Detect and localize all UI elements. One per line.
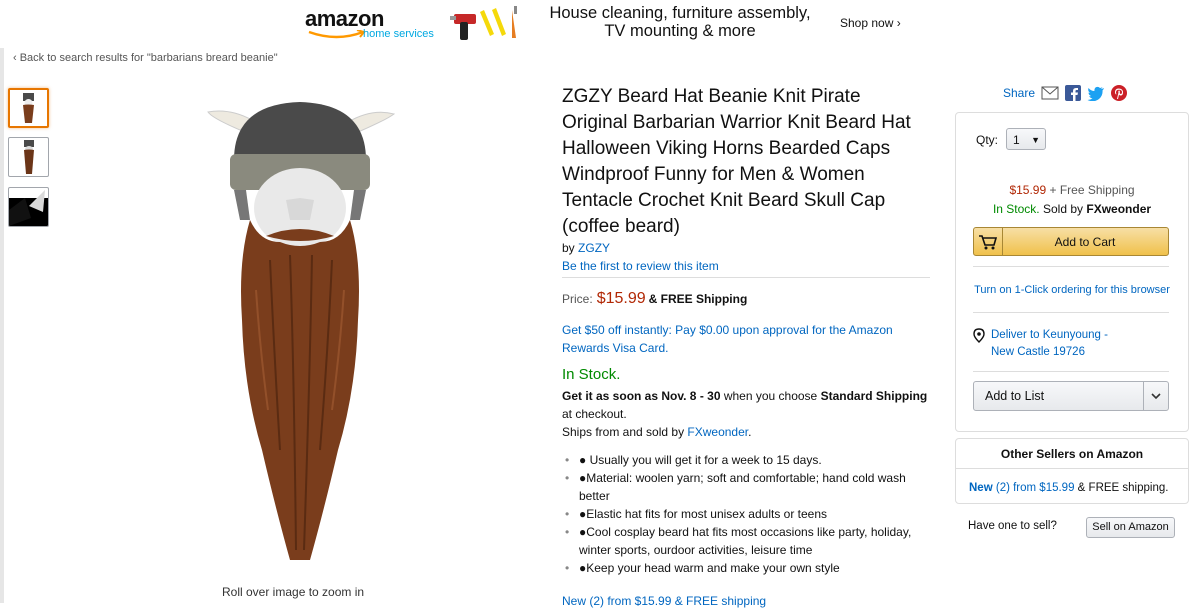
deliver-to-link[interactable]: Deliver to Keunyoung - New Castle 19726 bbox=[973, 327, 1108, 361]
divider bbox=[956, 468, 1188, 469]
write-review-link[interactable]: Be the first to review this item bbox=[562, 259, 719, 273]
feature-bullet: ●Keep your head warm and make your own s… bbox=[562, 559, 937, 577]
delivery-option: Standard Shipping bbox=[820, 389, 928, 403]
new-offers-label[interactable]: New bbox=[969, 482, 993, 494]
product-title: ZGZY Beard Hat Beanie Knit Pirate Origin… bbox=[562, 86, 911, 237]
other-sellers-box: Other Sellers on Amazon New (2) from $15… bbox=[955, 438, 1189, 504]
feature-bullet: ●Elastic hat fits for most unisex adults… bbox=[562, 505, 937, 523]
sell-on-amazon-button[interactable]: Sell on Amazon bbox=[1086, 517, 1175, 538]
availability: In Stock. bbox=[562, 366, 621, 383]
offer-shipping: & FREE shipping. bbox=[1074, 482, 1169, 494]
divider bbox=[973, 266, 1169, 267]
cart-icon bbox=[974, 228, 1003, 255]
by-label: by bbox=[562, 241, 575, 255]
delivery-date: Get it as soon as Nov. 8 - 30 bbox=[562, 389, 721, 403]
other-offers-link[interactable]: (2) from $15.99 bbox=[996, 482, 1075, 494]
thumbnail-2[interactable] bbox=[8, 137, 49, 177]
ships-from: Ships from and sold by bbox=[562, 425, 688, 439]
buybox-price-value: $15.99 bbox=[1009, 183, 1047, 197]
price-row: Price: $15.99 & FREE Shipping bbox=[562, 290, 747, 308]
price: $15.99 bbox=[596, 290, 646, 307]
qty-select[interactable]: 1 ▼ bbox=[1006, 128, 1046, 150]
feature-bullet: ● Usually you will get it for a week to … bbox=[562, 451, 937, 469]
buy-box: Qty: 1 ▼ $15.99 + Free Shipping In Stock… bbox=[955, 112, 1189, 432]
delivery-middle: when you choose bbox=[720, 389, 821, 403]
twitter-icon[interactable] bbox=[1087, 86, 1105, 101]
divider bbox=[562, 277, 930, 278]
banner-headline: House cleaning, furniture assembly, TV m… bbox=[530, 4, 830, 40]
add-to-cart-label: Add to Cart bbox=[1054, 235, 1116, 249]
other-sellers-heading: Other Sellers on Amazon bbox=[1000, 447, 1144, 461]
add-to-list-button[interactable]: Add to List bbox=[973, 381, 1169, 411]
free-shipping: & FREE Shipping bbox=[648, 292, 748, 306]
logo-sub: home services bbox=[363, 28, 434, 40]
delivery-info: Get it as soon as Nov. 8 - 30 when you c… bbox=[562, 389, 928, 439]
zoom-hint: Roll over image to zoom in bbox=[222, 585, 365, 599]
location-pin-icon bbox=[973, 328, 985, 343]
email-icon[interactable] bbox=[1041, 86, 1059, 100]
back-to-search-link[interactable]: ‹ Back to search results for "barbarians… bbox=[13, 52, 278, 64]
thumbnail-3[interactable] bbox=[8, 187, 49, 227]
new-offers-link[interactable]: New (2) from $15.99 & FREE shipping bbox=[562, 594, 766, 608]
deliver-line1: Deliver to Keunyoung - bbox=[991, 329, 1108, 341]
qty-label: Qty: bbox=[976, 133, 999, 147]
facebook-icon[interactable] bbox=[1065, 85, 1082, 101]
banner-headline-line2: TV mounting & more bbox=[604, 22, 756, 40]
shop-now-link[interactable]: Shop now › bbox=[840, 16, 901, 30]
brand-link[interactable]: ZGZY bbox=[578, 241, 610, 255]
divider bbox=[973, 371, 1169, 372]
thumbnail-1-image bbox=[23, 93, 34, 123]
have-one-to-sell: Have one to sell? bbox=[968, 520, 1057, 532]
deliver-line2: New Castle 19726 bbox=[991, 346, 1085, 358]
one-click-link[interactable]: Turn on 1-Click ordering for this browse… bbox=[956, 284, 1188, 296]
pinterest-icon[interactable] bbox=[1111, 85, 1128, 101]
sold-by-seller: FXweonder bbox=[1086, 202, 1152, 216]
feature-bullet: ●Cool cosplay beard hat fits most occasi… bbox=[562, 523, 937, 559]
share-label: Share bbox=[1003, 86, 1036, 100]
price-label: Price: bbox=[562, 292, 593, 306]
share-bar: Share bbox=[1003, 85, 1128, 101]
delivery-suffix: at checkout. bbox=[562, 407, 627, 421]
feature-bullets: ● Usually you will get it for a week to … bbox=[562, 451, 937, 577]
seller-link[interactable]: FXweonder bbox=[687, 425, 748, 439]
qty-value: 1 bbox=[1013, 133, 1020, 147]
other-sellers-offer: New (2) from $15.99 & FREE shipping. bbox=[969, 482, 1168, 494]
byline: by ZGZY bbox=[562, 241, 610, 255]
sold-by-label: Sold by bbox=[1042, 202, 1084, 216]
feature-bullet: ●Material: woolen yarn; soft and comfort… bbox=[562, 469, 937, 505]
tools-icon bbox=[450, 4, 530, 49]
caret-down-icon: ▼ bbox=[1031, 135, 1040, 145]
visa-promo-link[interactable]: Get $50 off instantly: Pay $0.00 upon ap… bbox=[562, 321, 932, 357]
main-product-image[interactable] bbox=[190, 90, 410, 570]
thumbnail-2-image bbox=[24, 140, 34, 174]
buybox-shipping: + Free Shipping bbox=[1049, 183, 1135, 197]
ad-banner[interactable]: amazon home services House cleaning, fur… bbox=[0, 0, 1199, 48]
window-edge bbox=[0, 0, 4, 603]
chevron-down-icon[interactable] bbox=[1143, 382, 1168, 410]
buybox-price: $15.99 + Free Shipping bbox=[956, 183, 1188, 197]
smile-icon bbox=[308, 30, 366, 39]
amazon-home-services-logo: amazon home services bbox=[305, 4, 435, 44]
buybox-availability: In Stock. Sold by FXweonder bbox=[956, 202, 1188, 216]
thumbnail-1[interactable] bbox=[8, 88, 49, 128]
add-to-cart-button[interactable]: Add to Cart bbox=[973, 227, 1169, 256]
banner-headline-line1: House cleaning, furniture assembly, bbox=[549, 4, 811, 22]
divider bbox=[973, 312, 1169, 313]
buybox-stock: In Stock. bbox=[992, 202, 1040, 216]
add-to-list-label: Add to List bbox=[985, 389, 1045, 403]
thumbnail-3-image bbox=[9, 190, 48, 226]
